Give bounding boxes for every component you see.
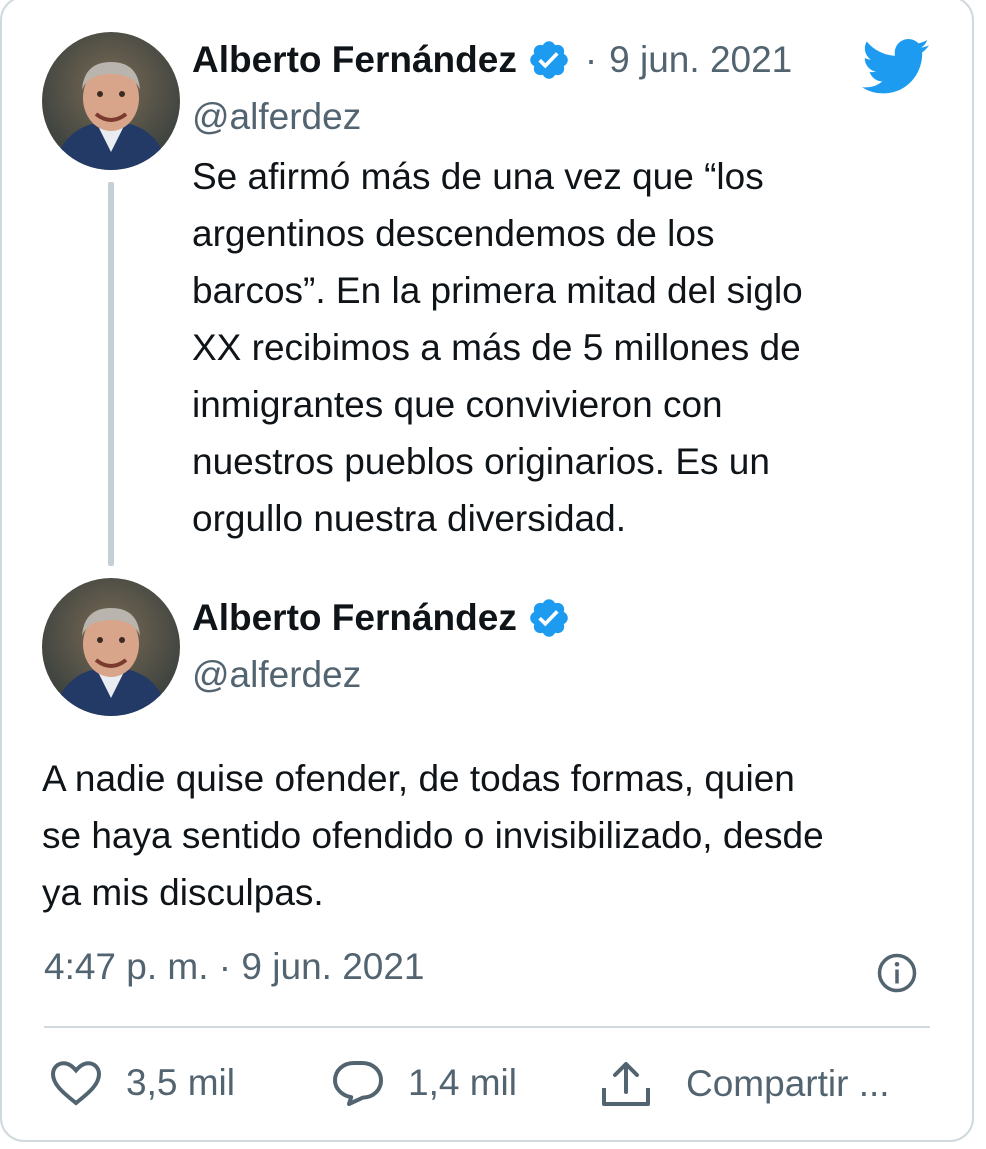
heart-icon xyxy=(50,1061,102,1106)
share-icon xyxy=(602,1062,650,1106)
tweet-timestamp[interactable]: 4:47 p. m. · 9 jun. 2021 xyxy=(44,946,425,988)
like-button[interactable]: 3,5 mil xyxy=(50,1060,235,1106)
main-tweet-text: A nadie quise ofender, de todas formas, … xyxy=(42,758,824,913)
author-name[interactable]: Alberto Fernández xyxy=(192,597,517,639)
author-handle[interactable]: @alferdez xyxy=(192,654,361,696)
first-tweet-text: Se afirmó más de una vez que “los argent… xyxy=(192,156,803,539)
like-count: 3,5 mil xyxy=(126,1062,235,1103)
author-avatar[interactable] xyxy=(42,578,180,716)
verified-badge-icon xyxy=(530,599,568,637)
reply-bubble-icon xyxy=(333,1061,383,1106)
reply-count: 1,4 mil xyxy=(408,1062,517,1103)
verified-badge-icon xyxy=(530,41,568,79)
share-label: Compartir ... xyxy=(686,1063,890,1104)
twitter-bird-icon[interactable] xyxy=(862,38,930,96)
tweet-date[interactable]: 9 jun. 2021 xyxy=(609,39,792,81)
first-tweet-header: Alberto Fernández · 9 jun. 2021 xyxy=(192,38,792,82)
main-tweet-header: Alberto Fernández xyxy=(192,596,571,640)
info-icon[interactable] xyxy=(876,952,918,994)
author-handle[interactable]: @alferdez xyxy=(192,96,361,138)
author-name[interactable]: Alberto Fernández xyxy=(192,39,517,81)
thread-connector-line xyxy=(108,182,114,566)
share-button[interactable]: Compartir ... xyxy=(600,1060,890,1108)
reply-button[interactable]: 1,4 mil xyxy=(332,1060,517,1106)
header-separator: · xyxy=(584,39,598,80)
divider xyxy=(44,1026,930,1028)
author-avatar[interactable] xyxy=(42,32,180,170)
